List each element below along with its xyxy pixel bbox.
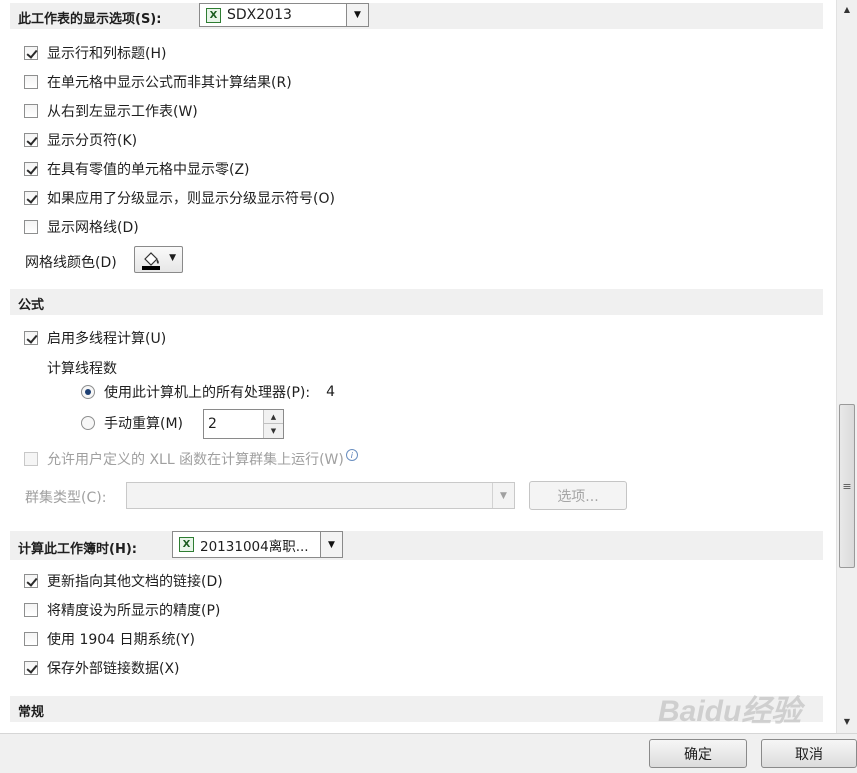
options-panel: 此工作表的显示选项(S): X SDX2013 ▼ 显示行和列标题(H) 在单元… (0, 0, 836, 733)
cluster-type-select: ▼ (126, 482, 515, 509)
info-icon: i (345, 449, 358, 461)
option-label: 显示网格线(D) (47, 220, 139, 236)
stepper-arrows[interactable]: ▲ ▼ (263, 410, 283, 438)
vertical-scrollbar[interactable]: ▲ ≡ ▼ (836, 0, 857, 733)
checkbox[interactable] (24, 220, 38, 234)
formulas-title: 公式 (18, 298, 45, 313)
worksheet-display-header: 此工作表的显示选项(S): (10, 3, 823, 29)
checkbox[interactable] (24, 75, 38, 89)
option-label: 使用 1904 日期系统(Y) (47, 632, 196, 648)
cluster-options-button: 选项... (529, 481, 627, 510)
option-right-to-left[interactable]: 从右到左显示工作表(W) (24, 100, 198, 122)
chevron-down-icon[interactable]: ▼ (346, 4, 368, 26)
workbook-calc-label: 计算此工作簿时(H): (18, 542, 137, 557)
scroll-up-icon[interactable]: ▲ (837, 0, 857, 18)
option-xll-cluster: 允许用户定义的 XLL 函数在计算群集上运行(W) i (24, 448, 358, 470)
option-show-formulas[interactable]: 在单元格中显示公式而非其计算结果(R) (24, 71, 292, 93)
thread-count-label: 计算线程数 (47, 361, 117, 377)
paint-bucket-icon (142, 251, 160, 270)
option-show-zero[interactable]: 在具有零值的单元格中显示零(Z) (24, 158, 250, 180)
radio-label: 使用此计算机上的所有处理器(P): (104, 385, 311, 401)
workbook-select[interactable]: X 20131004离职... ▼ (172, 531, 343, 558)
option-label: 如果应用了分级显示，则显示分级显示符号(O) (47, 191, 335, 207)
checkbox[interactable] (24, 632, 38, 646)
checkbox[interactable] (24, 331, 38, 345)
checkbox (24, 452, 38, 466)
general-header: 常规 (10, 696, 823, 722)
workbook-calc-header: 计算此工作簿时(H): (10, 531, 823, 560)
checkbox[interactable] (24, 133, 38, 147)
scrollbar-thumb[interactable]: ≡ (839, 404, 855, 568)
chevron-down-icon: ▼ (492, 483, 514, 508)
option-1904[interactable]: 使用 1904 日期系统(Y) (24, 628, 195, 650)
checkbox[interactable] (24, 46, 38, 60)
general-title: 常规 (18, 705, 45, 720)
workbook-select-value: 20131004离职... (200, 538, 309, 555)
thread-count-stepper[interactable]: 2 ▲ ▼ (203, 409, 284, 439)
gridline-color-label: 网格线颜色(D) (25, 255, 117, 271)
radio-manual[interactable]: 手动重算(M) (81, 412, 183, 434)
scroll-down-icon[interactable]: ▼ (837, 712, 857, 730)
radio-button[interactable] (81, 416, 95, 430)
chevron-down-icon: ▼ (169, 253, 176, 263)
checkbox[interactable] (24, 104, 38, 118)
worksheet-select[interactable]: X SDX2013 ▼ (199, 3, 369, 27)
option-label: 允许用户定义的 XLL 函数在计算群集上运行(W) (47, 452, 344, 468)
cluster-type-label: 群集类型(C): (25, 490, 107, 506)
option-label: 在具有零值的单元格中显示零(Z) (47, 162, 250, 178)
formulas-header: 公式 (10, 289, 823, 315)
option-outline-symbols[interactable]: 如果应用了分级显示，则显示分级显示符号(O) (24, 187, 335, 209)
dialog-footer: 确定 取消 (0, 733, 857, 773)
cancel-button[interactable]: 取消 (761, 739, 857, 768)
option-label: 更新指向其他文档的链接(D) (47, 574, 223, 590)
checkbox[interactable] (24, 574, 38, 588)
excel-sheet-icon: X (206, 7, 221, 23)
option-page-breaks[interactable]: 显示分页符(K) (24, 129, 137, 151)
option-label: 启用多线程计算(U) (47, 331, 167, 347)
checkbox[interactable] (24, 162, 38, 176)
checkbox[interactable] (24, 191, 38, 205)
thread-count-value: 2 (208, 416, 217, 432)
radio-button[interactable] (81, 385, 95, 399)
option-label: 显示行和列标题(H) (47, 46, 167, 62)
stepper-down-icon[interactable]: ▼ (264, 424, 283, 438)
option-label: 显示分页符(K) (47, 133, 138, 149)
radio-all-processors[interactable]: 使用此计算机上的所有处理器(P): 4 (81, 381, 335, 403)
option-update-links[interactable]: 更新指向其他文档的链接(D) (24, 570, 223, 592)
option-show-headers[interactable]: 显示行和列标题(H) (24, 42, 166, 64)
option-label: 将精度设为所显示的精度(P) (47, 603, 221, 619)
excel-workbook-icon: X (179, 537, 194, 552)
stepper-up-icon[interactable]: ▲ (264, 410, 283, 424)
worksheet-select-value: SDX2013 (227, 7, 292, 23)
worksheet-display-label: 此工作表的显示选项(S): (18, 12, 162, 27)
option-label: 在单元格中显示公式而非其计算结果(R) (47, 75, 292, 91)
processor-count: 4 (326, 384, 336, 400)
option-gridlines[interactable]: 显示网格线(D) (24, 216, 139, 238)
option-label: 从右到左显示工作表(W) (47, 104, 198, 120)
option-multithread[interactable]: 启用多线程计算(U) (24, 327, 166, 349)
checkbox[interactable] (24, 661, 38, 675)
option-label: 保存外部链接数据(X) (47, 661, 180, 677)
option-precision[interactable]: 将精度设为所显示的精度(P) (24, 599, 220, 621)
checkbox[interactable] (24, 603, 38, 617)
radio-label: 手动重算(M) (104, 416, 184, 432)
chevron-down-icon[interactable]: ▼ (320, 532, 342, 557)
ok-button[interactable]: 确定 (649, 739, 747, 768)
option-save-external[interactable]: 保存外部链接数据(X) (24, 657, 180, 679)
gridline-color-picker[interactable]: ▼ (134, 246, 183, 273)
